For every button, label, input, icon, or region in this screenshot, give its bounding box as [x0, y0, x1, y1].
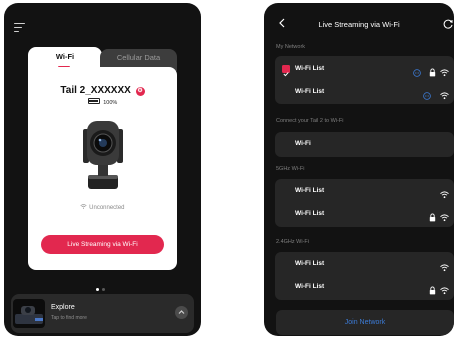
lock-icon	[429, 64, 436, 77]
connect-group: Wi-Fi	[275, 132, 454, 157]
wifi-settings-screen: Live Streaming via Wi-Fi My Network Wi-F…	[264, 3, 454, 336]
section-connect-label: Connect your Tail 2 to Wi-Fi	[276, 118, 344, 124]
section-5ghz-label: 5GHz Wi-Fi	[276, 166, 305, 172]
network-row[interactable]: Wi-Fi List	[275, 59, 454, 81]
wifi-signal-icon	[440, 87, 449, 100]
device-card: Tail 2_XXXXXX ⚙ 100% Unconnected Live St…	[28, 67, 177, 270]
info-icon[interactable]	[423, 87, 431, 100]
checkbox-checked-icon[interactable]	[282, 65, 290, 77]
network-row[interactable]: Wi-Fi List	[275, 254, 454, 276]
5ghz-group: Wi-Fi List Wi-Fi List	[275, 179, 454, 227]
explore-thumbnail	[13, 299, 45, 328]
24ghz-group: Wi-Fi List Wi-Fi List	[275, 252, 454, 300]
live-streaming-button[interactable]: Live Streaming via Wi-Fi	[41, 235, 164, 254]
join-network-label: Join Network	[344, 319, 386, 326]
battery-status: 100%	[28, 98, 177, 106]
explore-subtitle: Tap to find more	[51, 315, 87, 321]
connection-status: Unconnected	[28, 204, 177, 211]
menu-icon[interactable]	[14, 23, 25, 35]
network-row[interactable]: Wi-Fi List	[275, 181, 454, 203]
network-row[interactable]: Wi-Fi List	[275, 204, 454, 226]
lock-icon	[429, 282, 436, 295]
network-label: Wi-Fi List	[295, 210, 325, 217]
network-label: Wi-Fi List	[295, 283, 325, 290]
device-name: Tail 2_XXXXXX ⚙	[28, 85, 177, 96]
battery-icon	[87, 98, 100, 104]
wifi-entry-row[interactable]: Wi-Fi	[275, 134, 454, 156]
page-title: Live Streaming via Wi-Fi	[318, 20, 400, 29]
wifi-status-icon	[80, 204, 89, 211]
network-label: Wi-Fi List	[295, 187, 325, 194]
network-label: Wi-Fi List	[295, 88, 325, 95]
network-label: Wi-Fi List	[295, 65, 325, 72]
wifi-signal-icon	[440, 259, 449, 272]
device-settings-icon[interactable]: ⚙	[135, 87, 145, 96]
join-network-button[interactable]: Join Network	[276, 310, 454, 335]
section-24ghz-label: 2.4GHz Wi-Fi	[276, 239, 309, 245]
camera-image	[83, 121, 123, 189]
device-name-text: Tail 2_XXXXXX	[60, 85, 131, 96]
network-row[interactable]: Wi-Fi List	[275, 82, 454, 104]
live-streaming-label: Live Streaming via Wi-Fi	[67, 241, 138, 248]
explore-banner[interactable]: Explore Tap to find more	[11, 294, 194, 333]
battery-text: 100%	[103, 100, 118, 106]
wifi-signal-icon	[440, 209, 449, 222]
wifi-signal-icon	[440, 64, 449, 77]
network-row[interactable]: Wi-Fi List	[275, 277, 454, 299]
network-label: Wi-Fi List	[295, 260, 325, 267]
info-icon[interactable]	[413, 64, 421, 77]
wifi-signal-icon	[440, 186, 449, 199]
home-screen: Wi-Fi Cellular Data Tail 2_XXXXXX ⚙ 100%	[4, 3, 201, 336]
lock-icon	[429, 209, 436, 222]
wifi-entry-label: Wi-Fi	[295, 140, 311, 147]
refresh-icon[interactable]	[442, 17, 454, 29]
explore-title: Explore	[51, 304, 75, 311]
section-my-network-label: My Network	[276, 44, 306, 50]
connection-status-text: Unconnected	[89, 205, 125, 211]
tab-wifi-label: Wi-Fi	[55, 52, 75, 61]
wifi-signal-icon	[440, 282, 449, 295]
my-network-group: Wi-Fi List Wi-Fi List	[275, 56, 454, 104]
tab-cellular-label: Cellular Data	[116, 53, 161, 62]
chevron-up-icon[interactable]	[175, 306, 188, 319]
